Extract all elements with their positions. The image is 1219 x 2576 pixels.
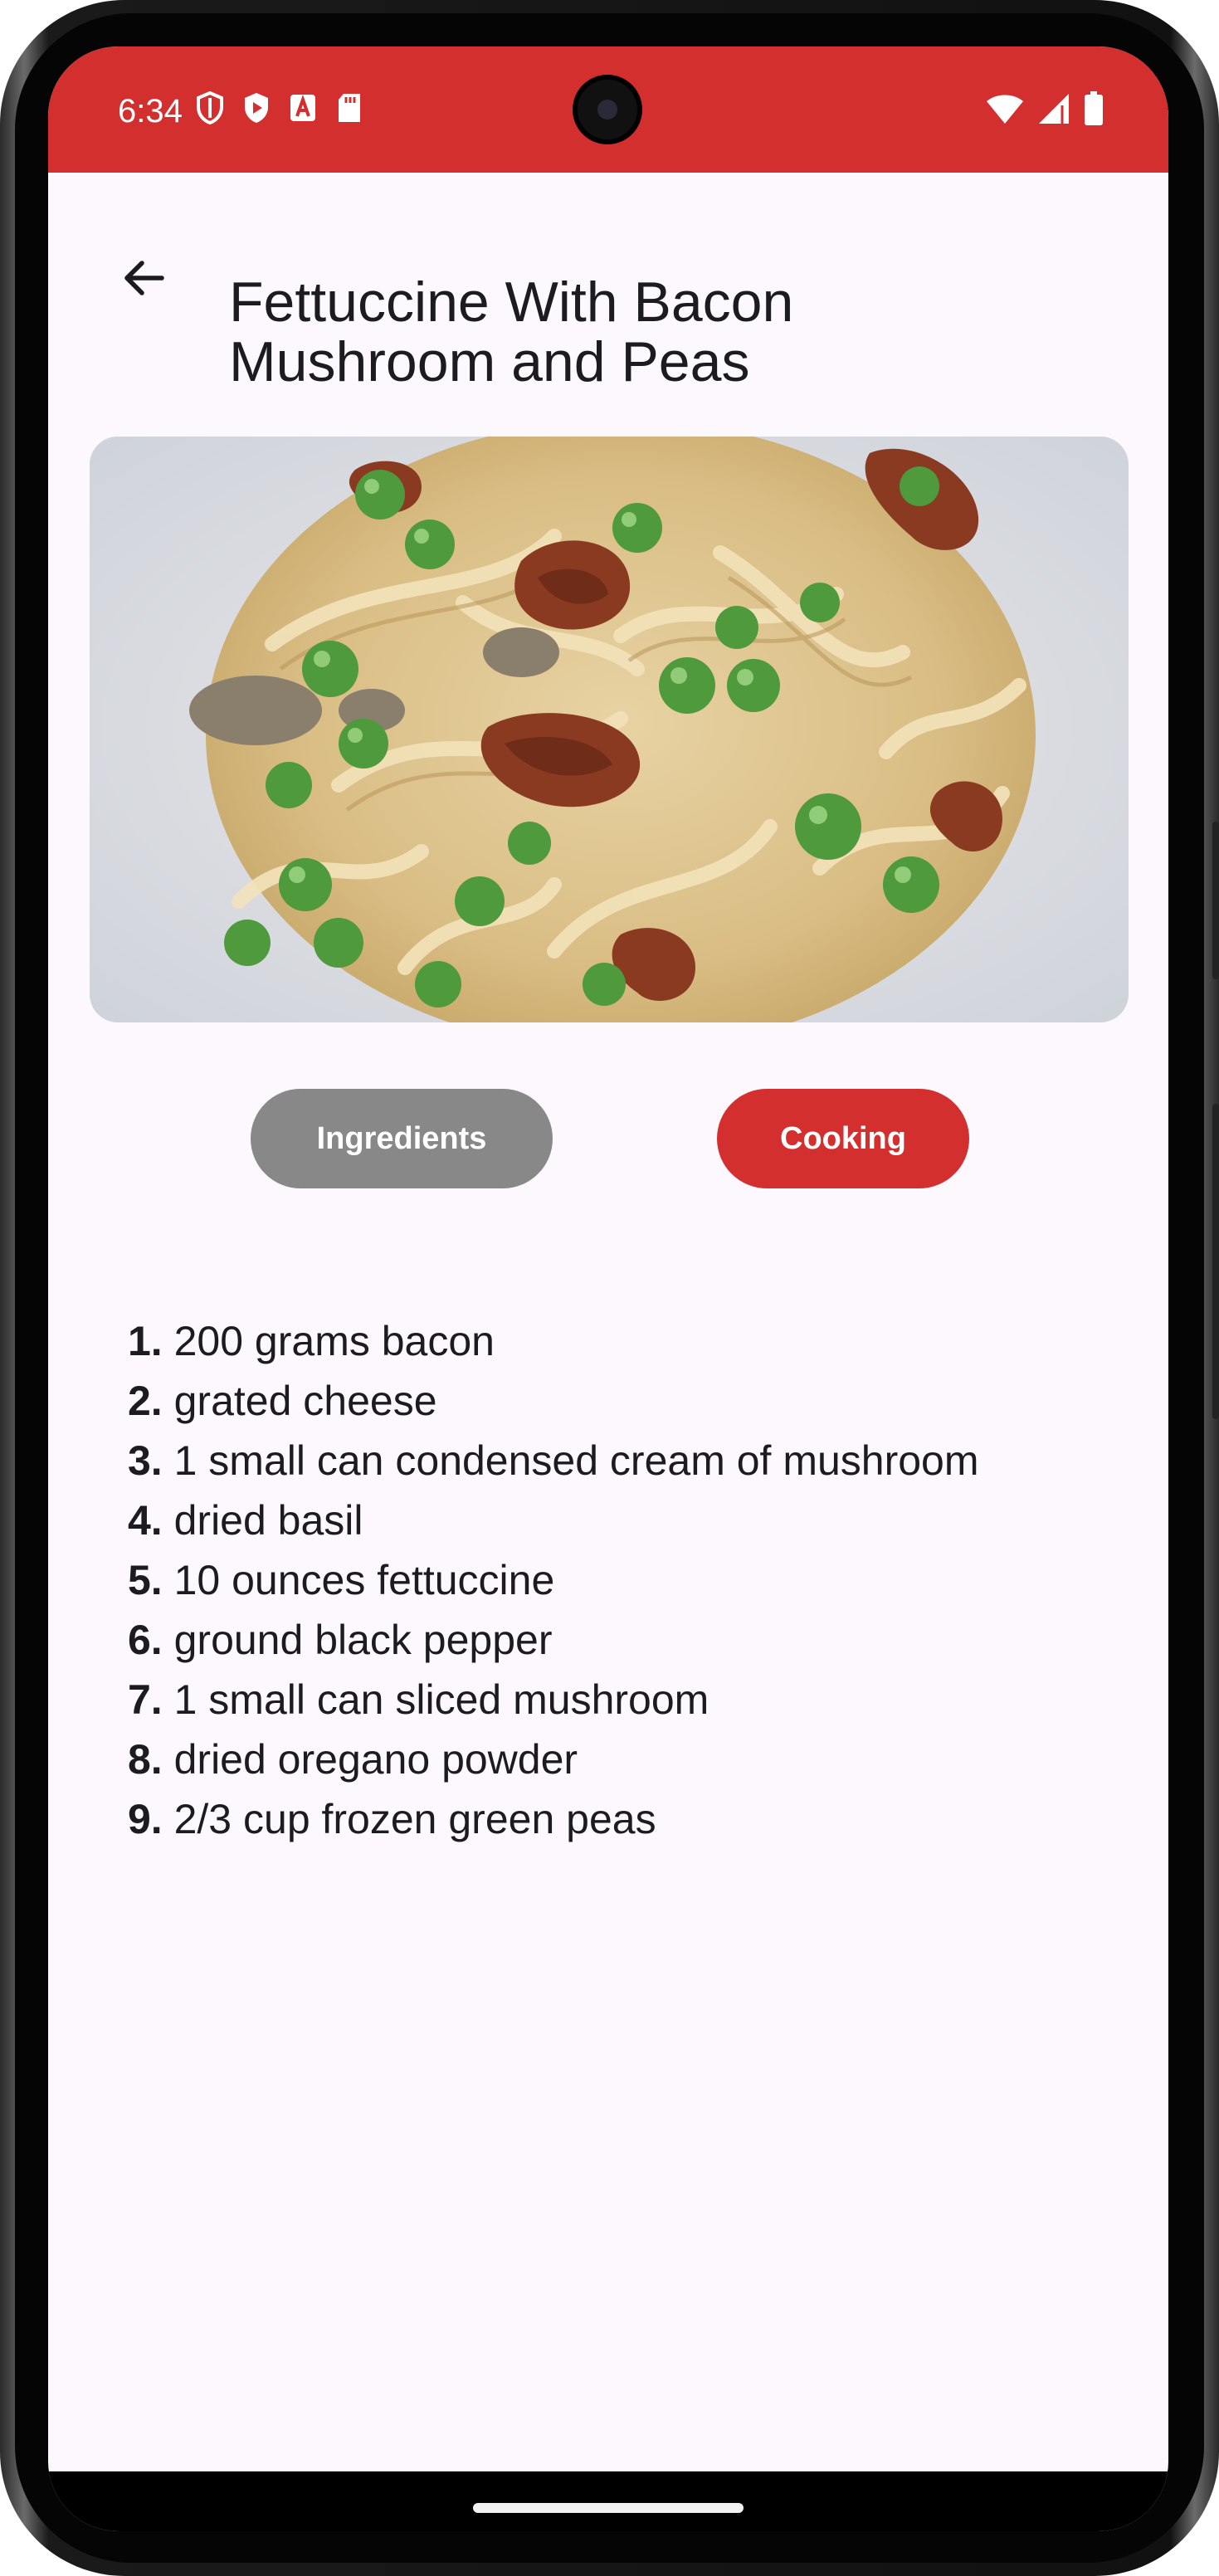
status-icons-left [196, 90, 363, 129]
arrow-left-icon [120, 255, 167, 305]
list-item: 9. 2/3 cup frozen green peas [128, 1796, 656, 1842]
sd-card-icon [335, 91, 363, 129]
pasta-photo [90, 437, 1129, 1022]
list-item: 7. 1 small can sliced mushroom [128, 1676, 709, 1723]
navigation-bar [48, 2471, 1168, 2531]
list-item: 5. 10 ounces fettuccine [128, 1557, 555, 1603]
list-item: 4. dried basil [128, 1497, 363, 1544]
home-gesture-handle[interactable] [473, 2503, 744, 2513]
status-time: 6:34 [118, 93, 183, 129]
list-item: 3. 1 small can condensed cream of mushro… [128, 1437, 979, 1484]
tab-bar: Ingredients Cooking [48, 1089, 1168, 1192]
list-item: 6. ground black pepper [128, 1617, 553, 1663]
cellular-signal-icon [1037, 92, 1070, 129]
ingredients-list: 1. 200 grams bacon 2. grated cheese 3. 1… [128, 1311, 1082, 1849]
cooking-tab-button[interactable]: Cooking [717, 1089, 969, 1188]
status-icons-right [986, 91, 1104, 130]
list-item: 2. grated cheese [128, 1378, 437, 1424]
page-title: Fettuccine With Bacon Mushroom and Peas [229, 271, 794, 393]
screen: 6:34 Fettuccine With Bacon Mushroom and … [48, 46, 1168, 2531]
battery-icon [1084, 91, 1104, 130]
status-bar: 6:34 [48, 46, 1168, 173]
play-shield-icon [242, 91, 271, 129]
ingredients-tab-button[interactable]: Ingredients [251, 1089, 553, 1188]
front-camera [573, 75, 642, 144]
shield-outline-icon [196, 90, 224, 129]
volume-key [1212, 822, 1219, 979]
app-bar: Fettuccine With Bacon Mushroom and Peas [48, 173, 1168, 392]
translate-a-icon [289, 91, 317, 129]
back-button[interactable] [106, 242, 181, 317]
power-key [1212, 1104, 1219, 1419]
list-item: 1. 200 grams bacon [128, 1318, 495, 1364]
wifi-icon [986, 92, 1024, 129]
list-item: 8. dried oregano powder [128, 1736, 578, 1783]
recipe-image [90, 437, 1129, 1022]
